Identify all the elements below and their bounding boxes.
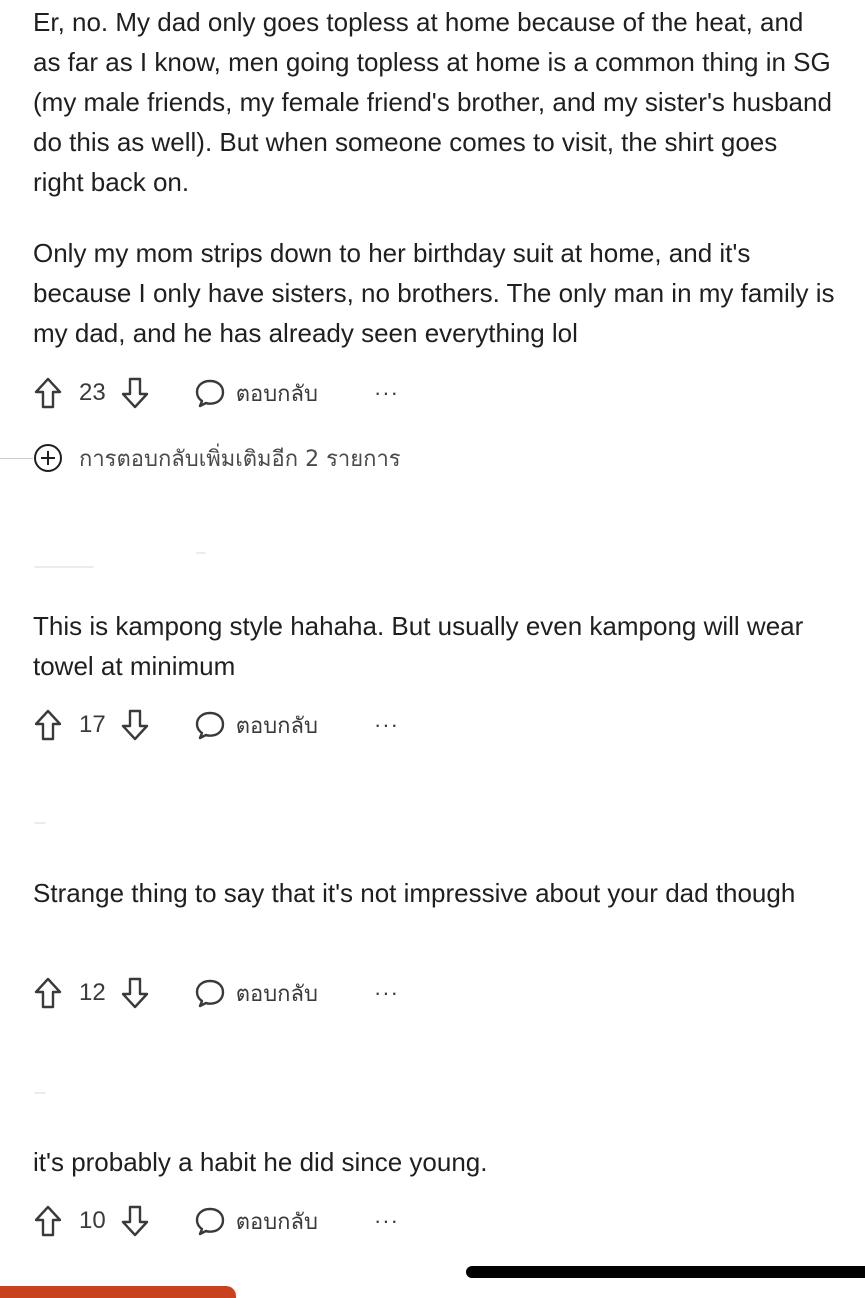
reply-button[interactable]: ตอบกลับ <box>194 976 318 1011</box>
speech-bubble-icon <box>195 379 224 408</box>
speech-bubble-icon <box>195 711 224 740</box>
faded-mark <box>196 552 206 554</box>
comment-2-body: This is kampong style hahaha. But usuall… <box>33 606 835 686</box>
vote-count: 17 <box>79 711 106 738</box>
home-indicator[interactable] <box>466 1266 865 1278</box>
downvote-icon[interactable] <box>120 1204 150 1238</box>
more-replies-label[interactable]: การตอบกลับเพิ่มเติมอีก 2 รายการ <box>79 441 401 476</box>
comment-1-paragraph-2: Only my mom strips down to her birthday … <box>33 238 835 348</box>
faded-username-mark <box>34 566 94 568</box>
comment-1-paragraph-1: Er, no. My dad only goes topless at home… <box>33 7 832 197</box>
more-replies-row[interactable]: การตอบกลับเพิ่มเติมอีก 2 รายการ <box>0 438 401 478</box>
downvote-icon[interactable] <box>120 708 150 742</box>
upvote-icon[interactable] <box>33 1204 63 1238</box>
upvote-icon[interactable] <box>33 708 63 742</box>
comment-2-paragraph-1: This is kampong style hahaha. But usuall… <box>33 611 804 681</box>
more-options-button[interactable]: ··· <box>374 982 399 1004</box>
plus-circle-icon[interactable] <box>33 443 63 473</box>
reply-label: ตอบกลับ <box>235 1209 318 1235</box>
reply-label: ตอบกลับ <box>235 981 318 1007</box>
vote-count: 12 <box>79 979 106 1006</box>
upvote-icon[interactable] <box>33 376 63 410</box>
comment-4-body: it's probably a habit he did since young… <box>33 1142 835 1182</box>
comment-3-paragraph-1: Strange thing to say that it's not impre… <box>33 878 796 908</box>
downvote-icon[interactable] <box>120 976 150 1010</box>
reply-label: ตอบกลับ <box>235 713 318 739</box>
accent-bar <box>0 1286 236 1298</box>
reply-button[interactable]: ตอบกลับ <box>194 1204 318 1239</box>
comment-4-paragraph-1: it's probably a habit he did since young… <box>33 1147 488 1177</box>
faded-mark <box>34 822 46 824</box>
reply-label: ตอบกลับ <box>235 381 318 407</box>
comment-1-body: Er, no. My dad only goes topless at home… <box>33 2 835 353</box>
more-options-button[interactable]: ··· <box>374 382 399 404</box>
comment-2-actions: 17 ตอบกลับ ··· <box>33 705 399 745</box>
comment-3-body: Strange thing to say that it's not impre… <box>33 873 835 913</box>
more-options-button[interactable]: ··· <box>374 714 399 736</box>
comment-1-actions: 23 ตอบกลับ ··· <box>33 373 399 413</box>
vote-count: 23 <box>79 379 106 406</box>
comment-3-actions: 12 ตอบกลับ ··· <box>33 973 399 1013</box>
speech-bubble-icon <box>195 979 224 1008</box>
downvote-icon[interactable] <box>120 376 150 410</box>
reply-button[interactable]: ตอบกลับ <box>194 376 318 411</box>
comment-4-actions: 10 ตอบกลับ ··· <box>33 1201 399 1241</box>
faded-mark <box>34 1092 46 1094</box>
vote-count: 10 <box>79 1207 106 1234</box>
upvote-icon[interactable] <box>33 976 63 1010</box>
thread-line <box>0 457 33 459</box>
speech-bubble-icon <box>195 1207 224 1236</box>
more-options-button[interactable]: ··· <box>374 1210 399 1232</box>
reply-button[interactable]: ตอบกลับ <box>194 708 318 743</box>
